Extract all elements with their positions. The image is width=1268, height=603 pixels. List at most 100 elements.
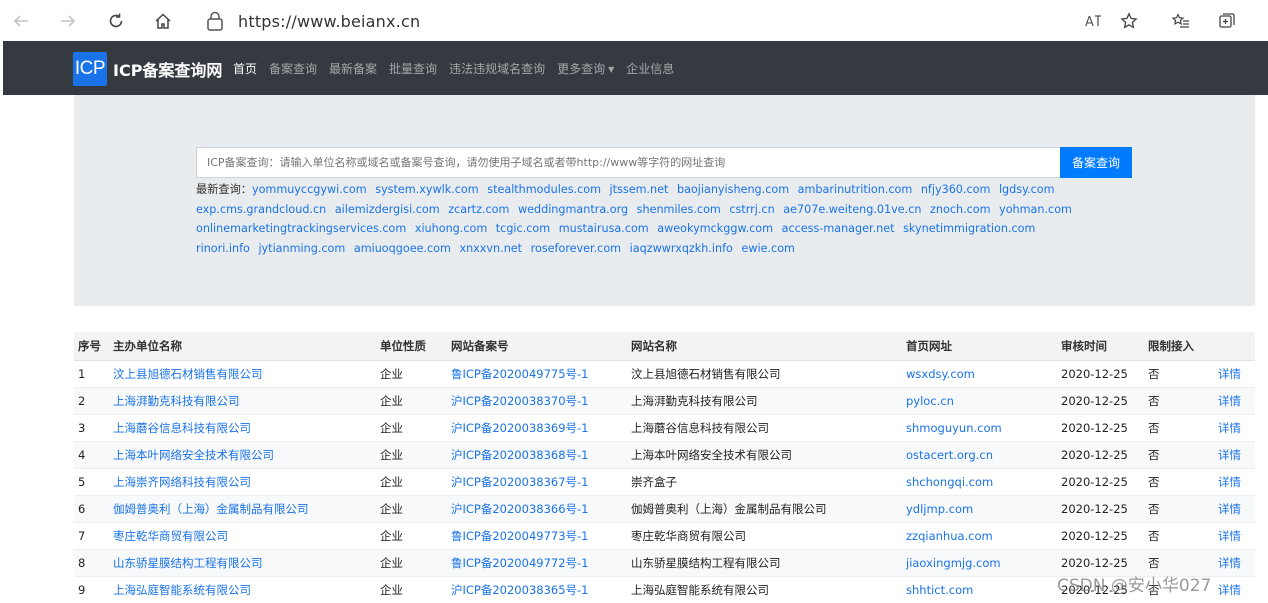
latest-query-link[interactable]: access-manager.net <box>782 222 895 235</box>
cell-org-link[interactable]: 伽姆普奥利（上海）金属制品有限公司 <box>113 495 380 523</box>
cell-homepage-link[interactable]: ydljmp.com <box>906 495 1061 523</box>
nav-more-dropdown[interactable]: 更多查询 ▼ <box>557 60 614 77</box>
cell-org-link[interactable]: 上海本叶网络安全技术有限公司 <box>113 441 380 469</box>
latest-query-link[interactable]: exp.cms.grandcloud.cn <box>196 203 326 216</box>
cell-icp-link[interactable]: 沪ICP备2020038368号-1 <box>451 441 631 469</box>
latest-query-link[interactable]: znoch.com <box>930 203 991 216</box>
cell-homepage-link[interactable]: pyloc.cn <box>906 387 1061 415</box>
latest-query-link[interactable]: roseforever.com <box>531 242 621 255</box>
latest-query-link[interactable]: amiuoqgoee.com <box>354 242 451 255</box>
cell-homepage-link[interactable]: shmoguyun.com <box>906 414 1061 442</box>
latest-query-link[interactable]: lgdsy.com <box>999 183 1055 196</box>
cell-icp-link[interactable]: 沪ICP备2020038366号-1 <box>451 495 631 523</box>
latest-query-link[interactable]: xiuhong.com <box>415 222 487 235</box>
refresh-button[interactable] <box>103 8 129 34</box>
search-input[interactable] <box>196 147 1060 178</box>
latest-query-link[interactable]: cstrrj.cn <box>729 203 774 216</box>
cell-homepage-link[interactable]: shhtict.com <box>906 576 1061 603</box>
latest-query-link[interactable]: baojianyisheng.com <box>677 183 789 196</box>
favorites-list-button[interactable] <box>1168 8 1194 34</box>
header-seq: 序号 <box>74 332 113 361</box>
cell-detail-link[interactable]: 详情 <box>1218 414 1255 442</box>
nav-home[interactable]: 首页 <box>233 60 257 77</box>
cell-icp-link[interactable]: 鲁ICP备2020049773号-1 <box>451 522 631 550</box>
home-button[interactable] <box>150 8 176 34</box>
cell-homepage-link[interactable]: zzqianhua.com <box>906 522 1061 550</box>
latest-query-link[interactable]: ailemizdergisi.com <box>335 203 440 216</box>
nav-links: 首页 备案查询 最新备案 批量查询 违法违规域名查询 更多查询 ▼ 企业信息 <box>233 60 686 77</box>
cell-type: 企业 <box>380 387 451 415</box>
latest-query-link[interactable]: jtssem.net <box>610 183 669 196</box>
cell-detail-link[interactable]: 详情 <box>1218 549 1255 577</box>
latest-query-link[interactable]: nfjy360.com <box>921 183 991 196</box>
cell-org-link[interactable]: 山东骄星膜结构工程有限公司 <box>113 549 380 577</box>
cell-icp-link[interactable]: 鲁ICP备2020049772号-1 <box>451 549 631 577</box>
cell-icp-link[interactable]: 沪ICP备2020038370号-1 <box>451 387 631 415</box>
latest-query-link[interactable]: iaqzwwrxqzkh.info <box>630 242 733 255</box>
cell-icp-link[interactable]: 沪ICP备2020038369号-1 <box>451 414 631 442</box>
cell-org-link[interactable]: 汶上县旭德石材销售有限公司 <box>113 360 380 388</box>
cell-icp-link[interactable]: 鲁ICP备2020049775号-1 <box>451 360 631 388</box>
brand[interactable]: ICP ICP备案查询网 <box>73 52 222 86</box>
latest-query-link[interactable]: ae707e.weiteng.01ve.cn <box>783 203 921 216</box>
nav-company-info[interactable]: 企业信息 <box>626 60 674 77</box>
cell-detail-link[interactable]: 详情 <box>1218 576 1255 603</box>
latest-query-link[interactable]: mustairusa.com <box>559 222 649 235</box>
cell-icp-link[interactable]: 沪ICP备2020038365号-1 <box>451 576 631 603</box>
latest-query-link[interactable]: ambarinutrition.com <box>798 183 913 196</box>
cell-detail-link[interactable]: 详情 <box>1218 522 1255 550</box>
cell-detail-link[interactable]: 详情 <box>1218 468 1255 496</box>
cell-homepage-link[interactable]: shchongqi.com <box>906 468 1061 496</box>
cell-icp-link[interactable]: 沪ICP备2020038367号-1 <box>451 468 631 496</box>
latest-query-link[interactable]: ewie.com <box>741 242 794 255</box>
latest-query-link[interactable]: weddingmantra.org <box>518 203 628 216</box>
cell-org-link[interactable]: 枣庄乾华商贸有限公司 <box>113 522 380 550</box>
cell-detail-link[interactable]: 详情 <box>1218 441 1255 469</box>
address-bar[interactable]: https://www.beianx.cn <box>196 8 1056 34</box>
url-text[interactable]: https://www.beianx.cn <box>238 12 420 31</box>
latest-query-link[interactable]: yommuyccgywi.com <box>252 183 367 196</box>
cell-org-link[interactable]: 上海蘑谷信息科技有限公司 <box>113 414 380 442</box>
header-org: 主办单位名称 <box>113 332 380 361</box>
latest-query-link[interactable]: rinori.info <box>196 242 250 255</box>
cell-homepage-link[interactable]: ostacert.org.cn <box>906 441 1061 469</box>
cell-org-link[interactable]: 上海崇齐网络科技有限公司 <box>113 468 380 496</box>
cell-site-name: 汶上县旭德石材销售有限公司 <box>631 360 906 388</box>
collections-button[interactable] <box>1214 8 1240 34</box>
cell-org-link[interactable]: 上海湃勤克科技有限公司 <box>113 387 380 415</box>
cell-homepage-link[interactable]: jiaoxingmjg.com <box>906 549 1061 577</box>
latest-query-link[interactable]: stealthmodules.com <box>487 183 601 196</box>
cell-org-link[interactable]: 上海弘庭智能系统有限公司 <box>113 576 380 603</box>
cell-detail-link[interactable]: 详情 <box>1218 495 1255 523</box>
lock-icon[interactable] <box>206 11 224 31</box>
brand-name[interactable]: ICP备案查询网 <box>113 57 222 81</box>
latest-query-link[interactable]: yohman.com <box>999 203 1072 216</box>
search-button[interactable]: 备案查询 <box>1060 147 1132 178</box>
latest-query-link[interactable]: shenmiles.com <box>637 203 721 216</box>
read-aloud-icon: A <box>1085 15 1101 30</box>
favorite-button[interactable] <box>1116 8 1142 34</box>
nav-icp-query[interactable]: 备案查询 <box>269 60 317 77</box>
brand-logo[interactable]: ICP <box>73 52 107 86</box>
latest-query-link[interactable]: xnxxvn.net <box>459 242 522 255</box>
latest-query-link[interactable]: jytianming.com <box>258 242 345 255</box>
cell-detail-link[interactable]: 详情 <box>1218 387 1255 415</box>
cell-homepage-link[interactable]: wsxdsy.com <box>906 360 1061 388</box>
latest-query-link[interactable]: system.xywlk.com <box>375 183 478 196</box>
cell-review-time: 2020-12-25 <box>1061 522 1148 550</box>
nav-illegal-domains[interactable]: 违法违规域名查询 <box>449 60 545 77</box>
forward-button[interactable] <box>55 8 81 34</box>
cell-seq: 4 <box>74 441 113 469</box>
nav-batch-query[interactable]: 批量查询 <box>389 60 437 77</box>
nav-more-label: 更多查询 <box>557 62 606 76</box>
back-button[interactable] <box>8 8 34 34</box>
latest-query-link[interactable]: onlinemarketingtrackingservices.com <box>196 222 406 235</box>
nav-latest[interactable]: 最新备案 <box>329 60 377 77</box>
cell-detail-link[interactable]: 详情 <box>1218 360 1255 388</box>
latest-query-link[interactable]: tcgic.com <box>496 222 550 235</box>
read-aloud-button[interactable]: A <box>1080 8 1106 34</box>
cell-seq: 6 <box>74 495 113 523</box>
latest-query-link[interactable]: zcartz.com <box>448 203 509 216</box>
latest-query-link[interactable]: aweokymckggw.com <box>657 222 773 235</box>
latest-query-link[interactable]: skynetimmigration.com <box>903 222 1035 235</box>
